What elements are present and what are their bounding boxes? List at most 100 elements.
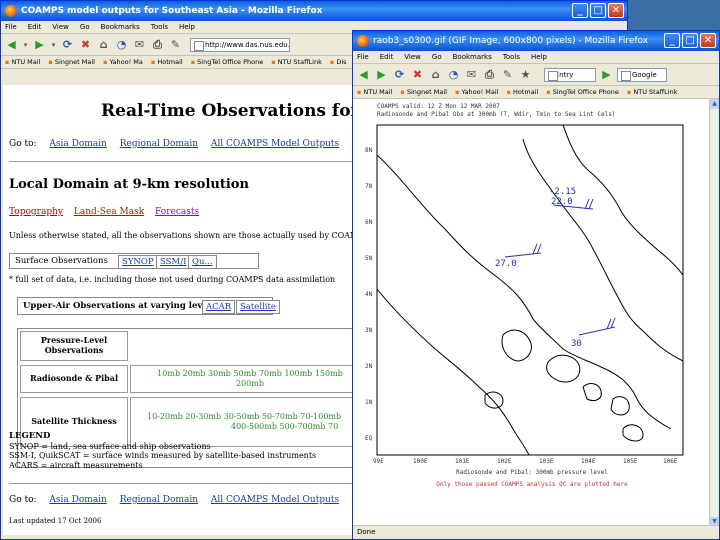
history-icon[interactable]: ◔ xyxy=(446,67,461,82)
history-icon[interactable]: ◔ xyxy=(114,37,129,52)
menu-bookmarks[interactable]: Bookmarks xyxy=(101,23,140,31)
menu-file[interactable]: File xyxy=(5,23,17,31)
reload-icon[interactable]: ⟳ xyxy=(60,37,75,52)
bookmark-item[interactable]: NTU StaffLink xyxy=(627,88,677,96)
go-icon[interactable]: ▶ xyxy=(599,67,614,82)
bookmark-item[interactable]: Hotmail xyxy=(506,88,538,96)
bookmark-item[interactable]: SingTel Office Phone xyxy=(546,88,619,96)
bookmark-item[interactable]: Dis xyxy=(330,58,346,66)
maximize-button[interactable]: □ xyxy=(590,3,606,18)
maximize-button[interactable]: □ xyxy=(682,33,698,48)
forward-dropdown-icon[interactable]: ▾ xyxy=(50,37,57,52)
divider xyxy=(9,161,353,162)
menu-view[interactable]: View xyxy=(52,23,69,31)
goto-link-all[interactable]: All COAMPS Model Outputs xyxy=(211,139,339,149)
bookmark-item[interactable]: Yahoo! Mail xyxy=(455,88,498,96)
lon-label: 104E xyxy=(581,458,596,465)
coastline xyxy=(522,138,684,362)
station-label: 30 xyxy=(571,339,582,349)
menu-help[interactable]: Help xyxy=(179,23,195,31)
minimize-button[interactable]: _ xyxy=(572,3,588,18)
footer-link-all[interactable]: All COAMPS Model Outputs xyxy=(211,495,339,505)
menu-go[interactable]: Go xyxy=(80,23,90,31)
lon-label: 106E xyxy=(663,458,678,465)
island xyxy=(622,424,644,442)
row1-values[interactable]: 10mb 20mb 30mb 50mb 70mb 100mb 150mb 200… xyxy=(130,365,353,393)
forward-arrow-icon[interactable]: ▶ xyxy=(32,37,47,52)
lon-label: 105E xyxy=(623,458,638,465)
print-icon[interactable]: ⎙ xyxy=(150,37,165,52)
edit-icon[interactable]: ✎ xyxy=(500,67,515,82)
bookmark-item[interactable]: NTU StaffLink xyxy=(271,58,322,66)
reload-icon[interactable]: ⟳ xyxy=(392,67,407,82)
menu-help[interactable]: Help xyxy=(531,53,547,61)
map-footer-1: Radiosonde and Pibal: 300mb pressure lev… xyxy=(456,469,608,476)
island xyxy=(501,329,532,362)
bookmark-item[interactable]: Yahoo! Ma xyxy=(103,58,142,66)
print-icon[interactable]: ⎙ xyxy=(482,67,497,82)
menu-file[interactable]: File xyxy=(357,53,369,61)
vertical-scrollbar[interactable]: ▲ ▼ xyxy=(709,99,719,527)
quikscat-link[interactable]: Qu... xyxy=(188,255,217,269)
left-page-content: Real-Time Observations for Go to: Asia D… xyxy=(3,85,353,535)
stop-icon[interactable]: ✖ xyxy=(78,37,93,52)
stop-icon[interactable]: ✖ xyxy=(410,67,425,82)
close-button[interactable]: ✕ xyxy=(608,3,624,18)
bookmark-item[interactable]: NTU Mail xyxy=(5,58,40,66)
bookmark-item[interactable]: Singnet Mail xyxy=(400,88,447,96)
minimize-button[interactable]: _ xyxy=(664,33,680,48)
mail-icon[interactable]: ✉ xyxy=(132,37,147,52)
edit-icon[interactable]: ✎ xyxy=(168,37,183,52)
tab-forecasts[interactable]: Forecasts xyxy=(155,207,199,217)
right-image-window: raob3_s0300.gif (GIF Image, 600x800 pixe… xyxy=(352,30,720,540)
lat-label: 1N xyxy=(365,399,373,406)
forward-arrow-icon[interactable]: ▶ xyxy=(374,67,389,82)
lat-label: 2N xyxy=(365,363,373,370)
back-arrow-icon[interactable]: ◀ xyxy=(4,37,19,52)
bookmark-item[interactable]: NTU Mail xyxy=(357,88,392,96)
menu-edit[interactable]: Edit xyxy=(28,23,42,31)
menu-go[interactable]: Go xyxy=(432,53,442,61)
legend: LEGEND SYNOP = land, sea surface and shi… xyxy=(9,431,316,470)
lat-label: 4N xyxy=(365,291,373,298)
bookmark-item[interactable]: Hotmail xyxy=(151,58,182,66)
tab-land-sea-mask[interactable]: Land-Sea Mask xyxy=(74,207,144,217)
right-bookmarks-bar: NTU Mail Singnet Mail Yahoo! Mail Hotmai… xyxy=(353,86,719,99)
home-icon[interactable]: ⌂ xyxy=(428,67,443,82)
lon-label: 102E xyxy=(497,458,512,465)
bookmark-icon[interactable]: ★ xyxy=(518,67,533,82)
upper-air-label: Upper-Air Observations at varying levels xyxy=(20,300,219,312)
menu-tools[interactable]: Tools xyxy=(151,23,168,31)
acar-link[interactable]: ACAR xyxy=(202,300,236,314)
menu-tools[interactable]: Tools xyxy=(503,53,520,61)
home-icon[interactable]: ⌂ xyxy=(96,37,111,52)
map-footer-2: Only those passed COAMPS analysis QC are… xyxy=(436,481,628,488)
footer-link-asia[interactable]: Asia Domain xyxy=(49,495,106,505)
row2-values-line1[interactable]: 10-20mb 20-30mb 30-50mb 50-70mb 70-100mb xyxy=(147,412,341,422)
bookmark-item[interactable]: Singnet Mail xyxy=(48,58,95,66)
surface-obs-box: Surface Observations SYNOP SSM/I Qu... xyxy=(9,253,259,269)
back-arrow-icon[interactable]: ◀ xyxy=(356,67,371,82)
lat-label: 8N xyxy=(365,147,373,154)
menu-edit[interactable]: Edit xyxy=(380,53,394,61)
goto-link-regional[interactable]: Regional Domain xyxy=(120,139,198,149)
search-input[interactable]: Google xyxy=(617,67,667,82)
synop-link[interactable]: SYNOP xyxy=(118,255,158,269)
map-frame xyxy=(376,124,684,456)
left-url-input[interactable]: http://www.das.nus.edu.sg/ xyxy=(190,37,290,52)
lat-label: EQ xyxy=(365,435,373,442)
menu-bookmarks[interactable]: Bookmarks xyxy=(453,53,492,61)
mail-icon[interactable]: ✉ xyxy=(464,67,479,82)
tab-topography[interactable]: Topography xyxy=(9,207,63,217)
zoom-select[interactable]: 1 Entry xyxy=(544,67,596,82)
back-dropdown-icon[interactable]: ▾ xyxy=(22,37,29,52)
menu-view[interactable]: View xyxy=(404,53,421,61)
bookmark-item[interactable]: SingTel Office Phone xyxy=(191,58,263,66)
lon-label: 103E xyxy=(539,458,554,465)
goto-link-asia[interactable]: Asia Domain xyxy=(49,139,106,149)
scroll-up-icon[interactable]: ▲ xyxy=(710,99,719,109)
footer-link-regional[interactable]: Regional Domain xyxy=(120,495,198,505)
ssmi-link[interactable]: SSM/I xyxy=(156,255,191,269)
close-button[interactable]: ✕ xyxy=(700,33,716,48)
satellite-link[interactable]: Satellite xyxy=(236,300,280,314)
